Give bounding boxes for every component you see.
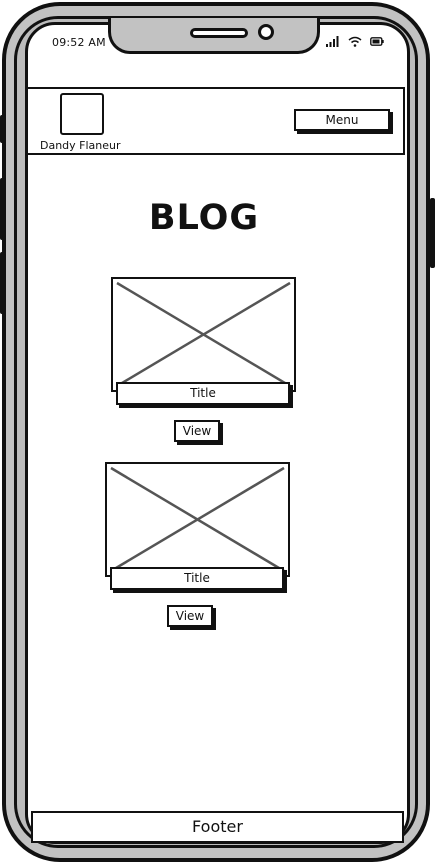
volume-button xyxy=(0,115,5,143)
volume-down-button xyxy=(0,252,5,314)
image-placeholder-icon xyxy=(110,466,285,573)
menu-button[interactable]: Menu xyxy=(294,109,390,131)
post-title[interactable]: Title xyxy=(110,567,284,590)
wifi-icon xyxy=(348,36,362,47)
post-title[interactable]: Title xyxy=(116,382,290,405)
view-post-button[interactable]: View xyxy=(167,605,213,627)
site-name[interactable]: Dandy Flaneur xyxy=(40,139,121,152)
logo-placeholder[interactable] xyxy=(60,93,104,135)
speaker-icon xyxy=(190,28,248,38)
page-title: BLOG xyxy=(148,198,260,238)
power-button xyxy=(430,198,435,268)
post-image-placeholder[interactable] xyxy=(105,462,290,577)
view-post-button[interactable]: View xyxy=(174,420,220,442)
site-footer: Footer xyxy=(31,811,404,843)
post-image-placeholder[interactable] xyxy=(111,277,296,392)
site-header: Dandy Flaneur Menu xyxy=(28,87,405,155)
status-icons xyxy=(326,36,384,47)
camera-icon xyxy=(258,24,274,40)
image-placeholder-icon xyxy=(116,281,291,388)
status-time: 09:52 AM xyxy=(52,36,106,49)
battery-icon xyxy=(370,37,384,46)
signal-icon xyxy=(326,36,339,47)
